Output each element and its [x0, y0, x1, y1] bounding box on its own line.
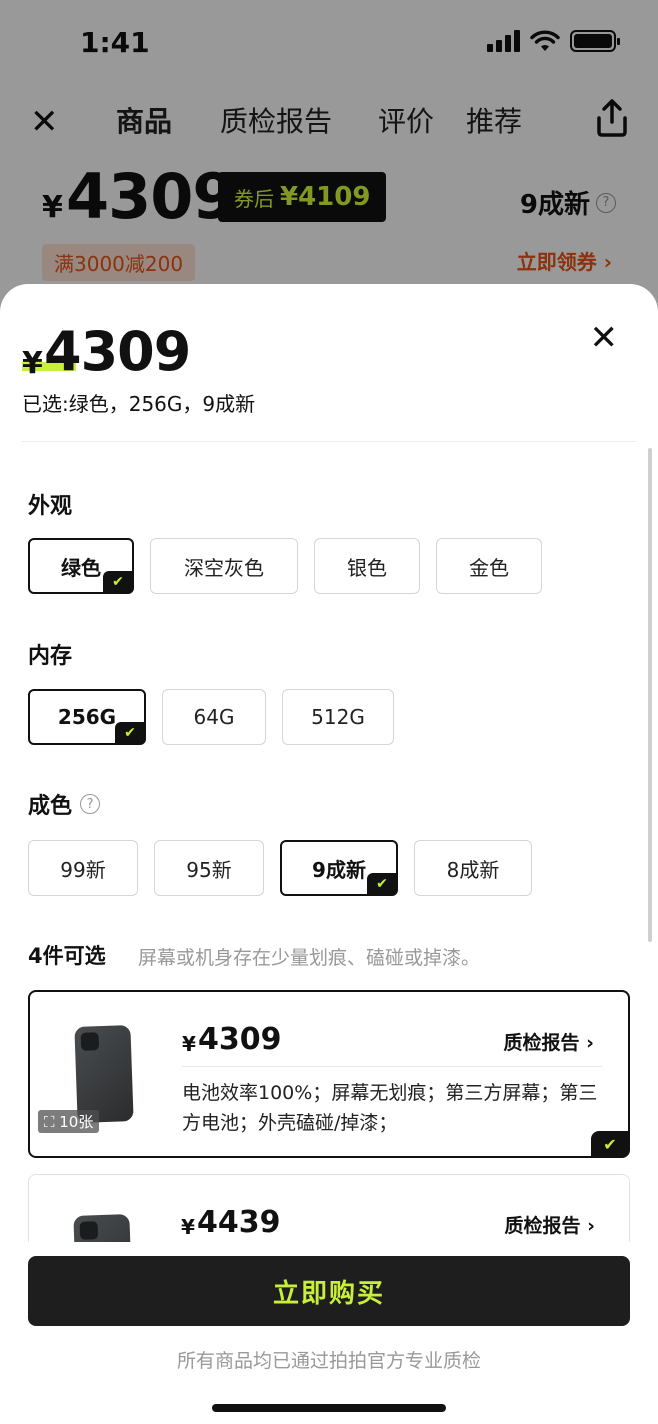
- condition-options: 99新 95新 9成新 8成新: [28, 840, 532, 896]
- option-green[interactable]: 绿色: [28, 538, 134, 594]
- currency-symbol: ¥: [22, 346, 43, 381]
- product-image[interactable]: [74, 1025, 134, 1123]
- sheet-header: ¥ 4309 已选:绿色，256G，9成新 ✕: [22, 284, 636, 442]
- divider: [182, 1066, 602, 1067]
- condition-title: 成色 ?: [28, 788, 101, 820]
- inspection-report-link[interactable]: 质检报告 ›: [505, 1211, 595, 1238]
- item-price: 4309: [198, 1022, 282, 1057]
- option-512g[interactable]: 512G: [282, 689, 394, 745]
- home-indicator[interactable]: [212, 1404, 446, 1412]
- inspection-report-link[interactable]: 质检报告 ›: [504, 1028, 594, 1055]
- appearance-options: 绿色 深空灰色 银色 金色: [28, 538, 542, 594]
- photo-count-badge: ⛶ 10张: [38, 1110, 100, 1133]
- option-space-gray[interactable]: 深空灰色: [150, 538, 298, 594]
- item-description: 电池效率100%；屏幕无划痕；第三方屏幕；第三方电池；外壳磕碰/掉漆；: [182, 1082, 598, 1134]
- memory-options: 256G 64G 512G: [28, 689, 394, 745]
- memory-title: 内存: [28, 644, 73, 669]
- quality-note: 所有商品均已通过拍拍官方专业质检: [176, 1350, 481, 1372]
- available-count: 4件可选: [28, 944, 106, 968]
- option-95-new[interactable]: 95新: [154, 840, 264, 896]
- close-icon[interactable]: ✕: [590, 318, 619, 358]
- option-90-new[interactable]: 9成新: [280, 840, 398, 896]
- option-99-new[interactable]: 99新: [28, 840, 138, 896]
- available-note: 屏幕或机身存在少量划痕、磕碰或掉漆。: [138, 947, 481, 969]
- help-icon[interactable]: ?: [80, 794, 101, 814]
- check-icon: ✔: [591, 1131, 629, 1157]
- option-80-new[interactable]: 8成新: [414, 840, 532, 896]
- option-silver[interactable]: 银色: [314, 538, 420, 594]
- sku-selection-sheet: ¥ 4309 已选:绿色，256G，9成新 ✕ 外观 绿色 深空灰色 银色 金色…: [0, 284, 658, 1424]
- option-64g[interactable]: 64G: [162, 689, 266, 745]
- scrollbar[interactable]: [648, 448, 652, 942]
- selected-price: 4309: [44, 320, 191, 383]
- currency-symbol: ¥: [181, 1215, 195, 1239]
- list-item[interactable]: ⛶ 10张 ¥ 4309 质检报告 › 电池效率100%；屏幕无划痕；第三方屏幕…: [28, 990, 630, 1158]
- condition-title-text: 成色: [28, 794, 73, 819]
- appearance-title: 外观: [28, 494, 73, 519]
- buy-area: 立即购买 所有商品均已通过拍拍官方专业质检: [0, 1242, 658, 1424]
- item-price: 4439: [197, 1205, 281, 1240]
- option-gold[interactable]: 金色: [436, 538, 542, 594]
- option-256g[interactable]: 256G: [28, 689, 146, 745]
- currency-symbol: ¥: [182, 1032, 196, 1056]
- selected-summary: 已选:绿色，256G，9成新: [22, 392, 256, 416]
- buy-now-button[interactable]: 立即购买: [28, 1256, 630, 1326]
